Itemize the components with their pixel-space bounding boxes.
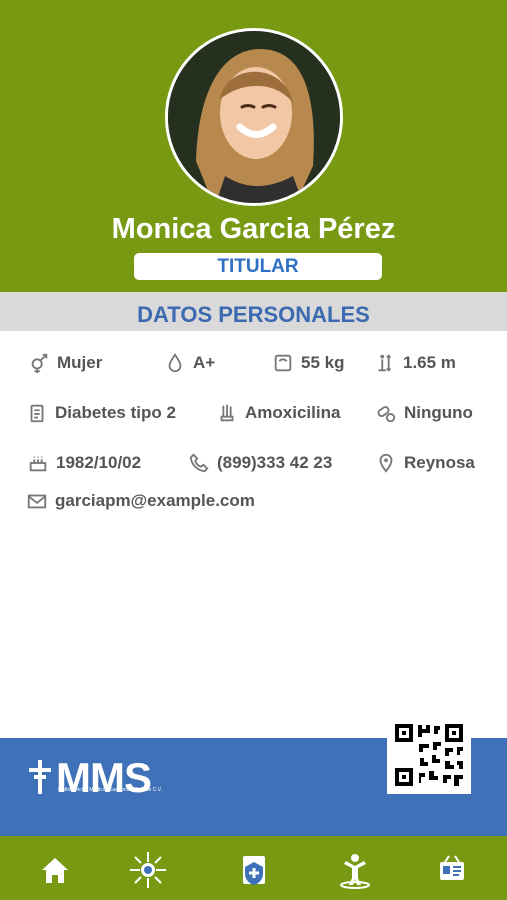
home-nav-button[interactable]: [35, 850, 75, 890]
profile-avatar: [165, 28, 343, 206]
allergy-icon: [220, 404, 234, 422]
location-icon: [379, 453, 393, 473]
allergy-item: Amoxicilina: [216, 402, 340, 424]
email-icon: [27, 494, 47, 509]
wellness-icon: [340, 854, 370, 889]
condition-item: Diabetes tipo 2: [26, 402, 176, 424]
blood-drop-icon: [168, 353, 182, 373]
network-nav-button[interactable]: [128, 850, 168, 890]
gender-icon: [31, 353, 48, 374]
portrait-illustration: [168, 31, 340, 203]
blood-type-value: A+: [193, 353, 216, 372]
city-value: Reynosa: [404, 453, 475, 472]
height-icon: [378, 354, 392, 372]
height-value: 1.65 m: [403, 353, 456, 372]
birthdate-item: 1982/10/02: [27, 452, 141, 474]
medication-value: Ninguno: [404, 403, 473, 422]
network-icon: [130, 852, 166, 888]
profile-role-badge: TITULAR: [134, 253, 382, 280]
id-card-icon: [440, 855, 464, 880]
medical-nav-button[interactable]: [234, 850, 274, 890]
qr-code: [387, 716, 471, 794]
clipboard-icon: [30, 404, 44, 423]
gender-value: Mujer: [57, 353, 103, 372]
medication-item: Ninguno: [375, 402, 473, 424]
logo-subtitle: Multiservicios Médicos Santander, S.A. d…: [58, 787, 163, 793]
pill-icon: [377, 406, 396, 423]
gender-item: Mujer: [28, 352, 102, 374]
wellness-nav-button[interactable]: [335, 850, 375, 890]
allergy-value: Amoxicilina: [245, 403, 341, 422]
blood-type-item: A+: [164, 352, 215, 374]
weight-item: 55 kg: [272, 352, 344, 374]
medical-clipboard-icon: [243, 856, 265, 885]
logo-text: MMS: [56, 754, 152, 801]
cake-icon: [29, 456, 47, 472]
phone-icon: [189, 453, 209, 473]
email-value: garciapm@example.com: [55, 491, 255, 510]
phone-item: (899)333 42 23: [188, 452, 332, 474]
profile-name: Monica Garcia Pérez: [111, 213, 396, 245]
home-icon: [42, 858, 68, 883]
weight-value: 55 kg: [301, 353, 345, 372]
id-card-nav-button[interactable]: [432, 850, 472, 890]
phone-value: (899)333 42 23: [217, 453, 333, 472]
condition-value: Diabetes tipo 2: [55, 403, 176, 422]
birthdate-value: 1982/10/02: [56, 453, 142, 472]
scale-icon: [274, 354, 292, 372]
city-item: Reynosa: [375, 452, 475, 474]
section-title: DATOS PERSONALES: [0, 292, 507, 331]
height-item: 1.65 m: [374, 352, 456, 374]
email-item: garciapm@example.com: [26, 490, 255, 512]
